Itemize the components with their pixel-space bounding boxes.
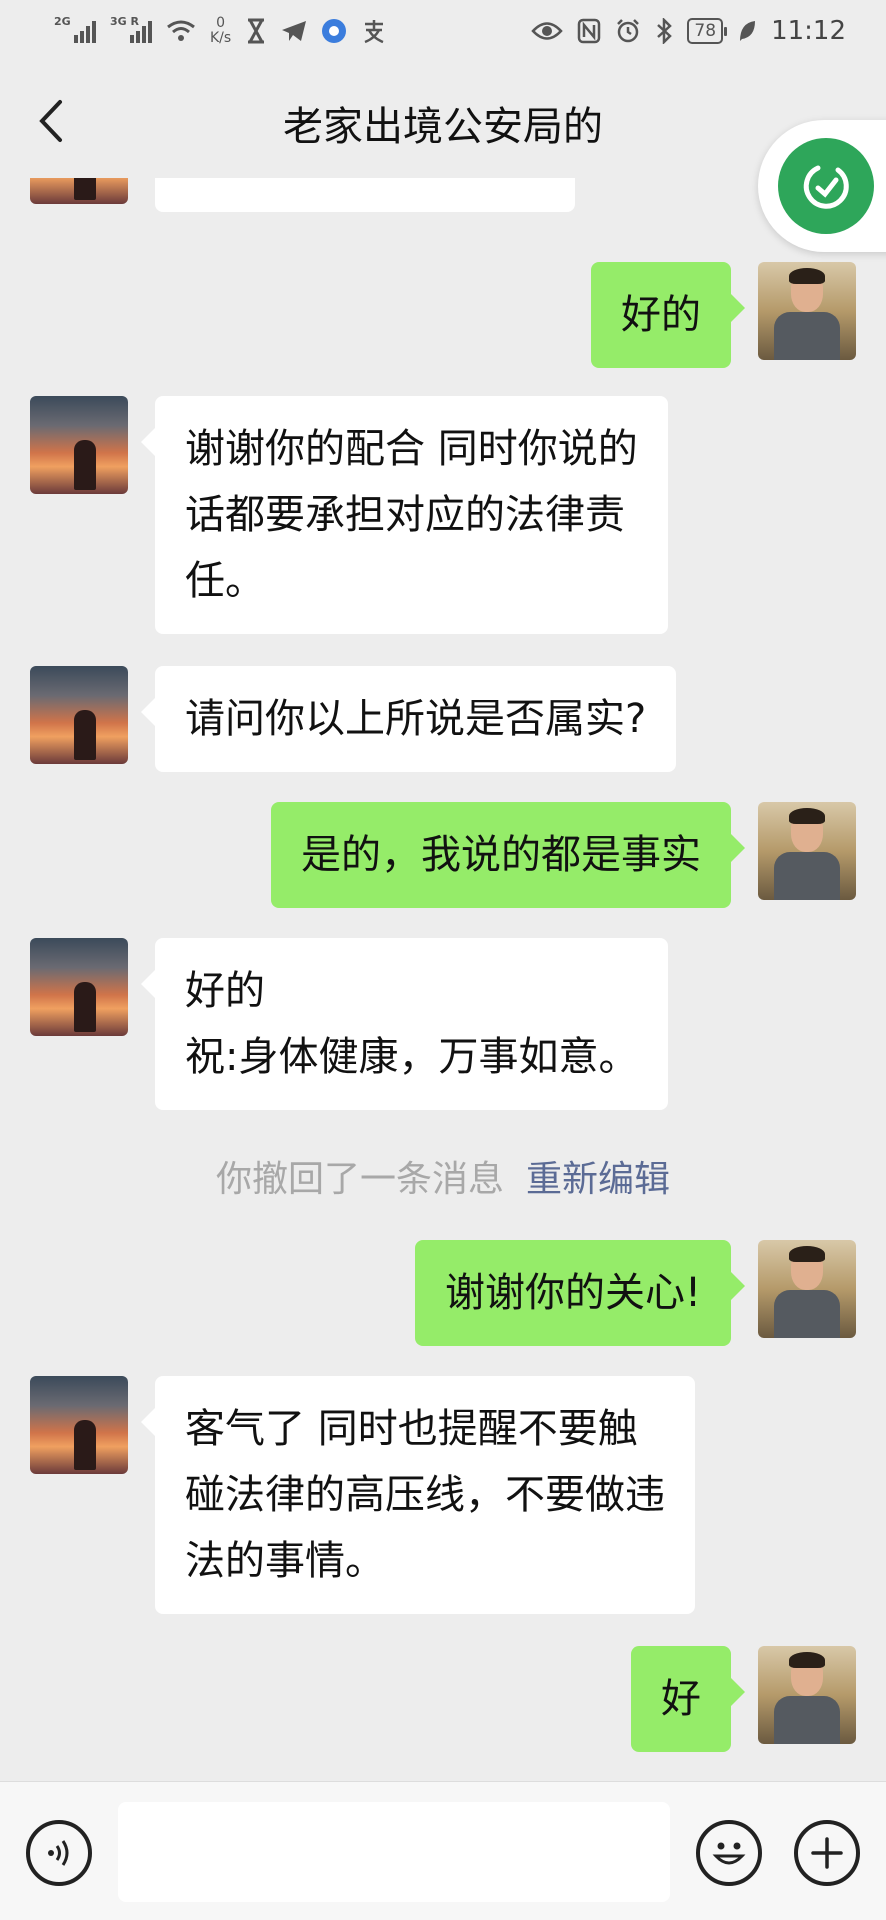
leaf-icon	[740, 21, 756, 41]
recall-notice: 你撤回了一条消息 重新编辑	[0, 1150, 886, 1202]
more-functions-button[interactable]	[794, 1820, 860, 1886]
self-avatar[interactable]	[758, 262, 856, 360]
self-avatar[interactable]	[758, 1646, 856, 1744]
network-speed: 0 K/s	[210, 16, 231, 46]
self-avatar[interactable]	[758, 802, 856, 900]
message-bubble-received[interactable]: 谢谢你的配合 同时你说的 话都要承担对应的法律责 任。	[141, 396, 668, 634]
speed-value: 0	[216, 15, 226, 31]
contact-avatar[interactable]	[30, 666, 128, 764]
message-bubble-received[interactable]: 请问你以上所说是否属实?	[140, 666, 677, 772]
battery-indicator: 78	[687, 18, 727, 44]
re-edit-link[interactable]: 重新编辑	[526, 1159, 670, 1200]
contact-avatar[interactable]	[30, 396, 128, 494]
eye-icon	[531, 22, 564, 40]
contact-avatar[interactable]	[30, 1376, 128, 1474]
status-right: 78 11:12	[531, 16, 846, 46]
input-bar	[0, 1781, 886, 1920]
floating-check-icon	[803, 165, 849, 209]
message-bubble-sent[interactable]: 好	[631, 1646, 745, 1752]
contact-avatar[interactable]	[30, 178, 128, 204]
message-bubble-received[interactable]: 客气了 同时也提醒不要触 碰法律的高压线，不要做违 法的事情。	[141, 1376, 695, 1614]
nfc-icon	[578, 18, 601, 44]
self-avatar[interactable]	[758, 1240, 856, 1338]
hourglass-icon	[248, 18, 265, 44]
voice-icon	[48, 1840, 69, 1866]
plus-icon	[811, 1837, 843, 1869]
message-input[interactable]	[118, 1802, 670, 1902]
message-bubble-sent[interactable]: 好的	[591, 262, 745, 368]
chat-message-list[interactable]: 有什么事情随时联系 好的 谢谢你的配合 同时你说的 话都要承担对应的法律责 任。…	[0, 178, 886, 1781]
floating-assistant[interactable]	[758, 120, 886, 252]
network-type-label: 2G	[54, 15, 71, 28]
alarm-icon	[617, 19, 640, 43]
emoji-button[interactable]	[696, 1820, 762, 1886]
message-bubble-sent[interactable]: 谢谢你的关心!	[414, 1240, 746, 1346]
floating-check-button[interactable]	[778, 138, 874, 234]
signal-3g-icon: 3G R	[110, 15, 152, 43]
status-left: 2G 3G R 0 K/s	[54, 15, 387, 46]
message-bubble-received[interactable]: 好的 祝:身体健康，万事如意。	[140, 938, 669, 1110]
wifi-icon	[167, 20, 195, 41]
clock: 11:12	[771, 16, 846, 46]
alipay-icon	[364, 20, 384, 44]
page-title: 老家出境公安局的	[283, 104, 603, 150]
speed-unit: K/s	[210, 30, 232, 46]
browser-icon	[322, 19, 347, 43]
signal-2g-icon: 2G	[54, 15, 96, 43]
message-bubble-sent[interactable]: 是的，我说的都是事实	[271, 802, 745, 908]
status-bar: 2G 3G R 0 K/s 78 11:12	[0, 0, 886, 62]
recall-text: 你撤回了一条消息	[215, 1159, 504, 1200]
telegram-icon	[282, 21, 307, 41]
bluetooth-icon	[657, 18, 673, 44]
voice-button[interactable]	[26, 1820, 92, 1886]
contact-avatar[interactable]	[30, 938, 128, 1036]
chat-header: 老家出境公安局的 ···	[0, 62, 886, 178]
emoji-icon	[712, 1842, 746, 1865]
network-type-label: 3G R	[110, 15, 139, 28]
message-bubble-received[interactable]: 有什么事情随时联系	[155, 178, 575, 212]
